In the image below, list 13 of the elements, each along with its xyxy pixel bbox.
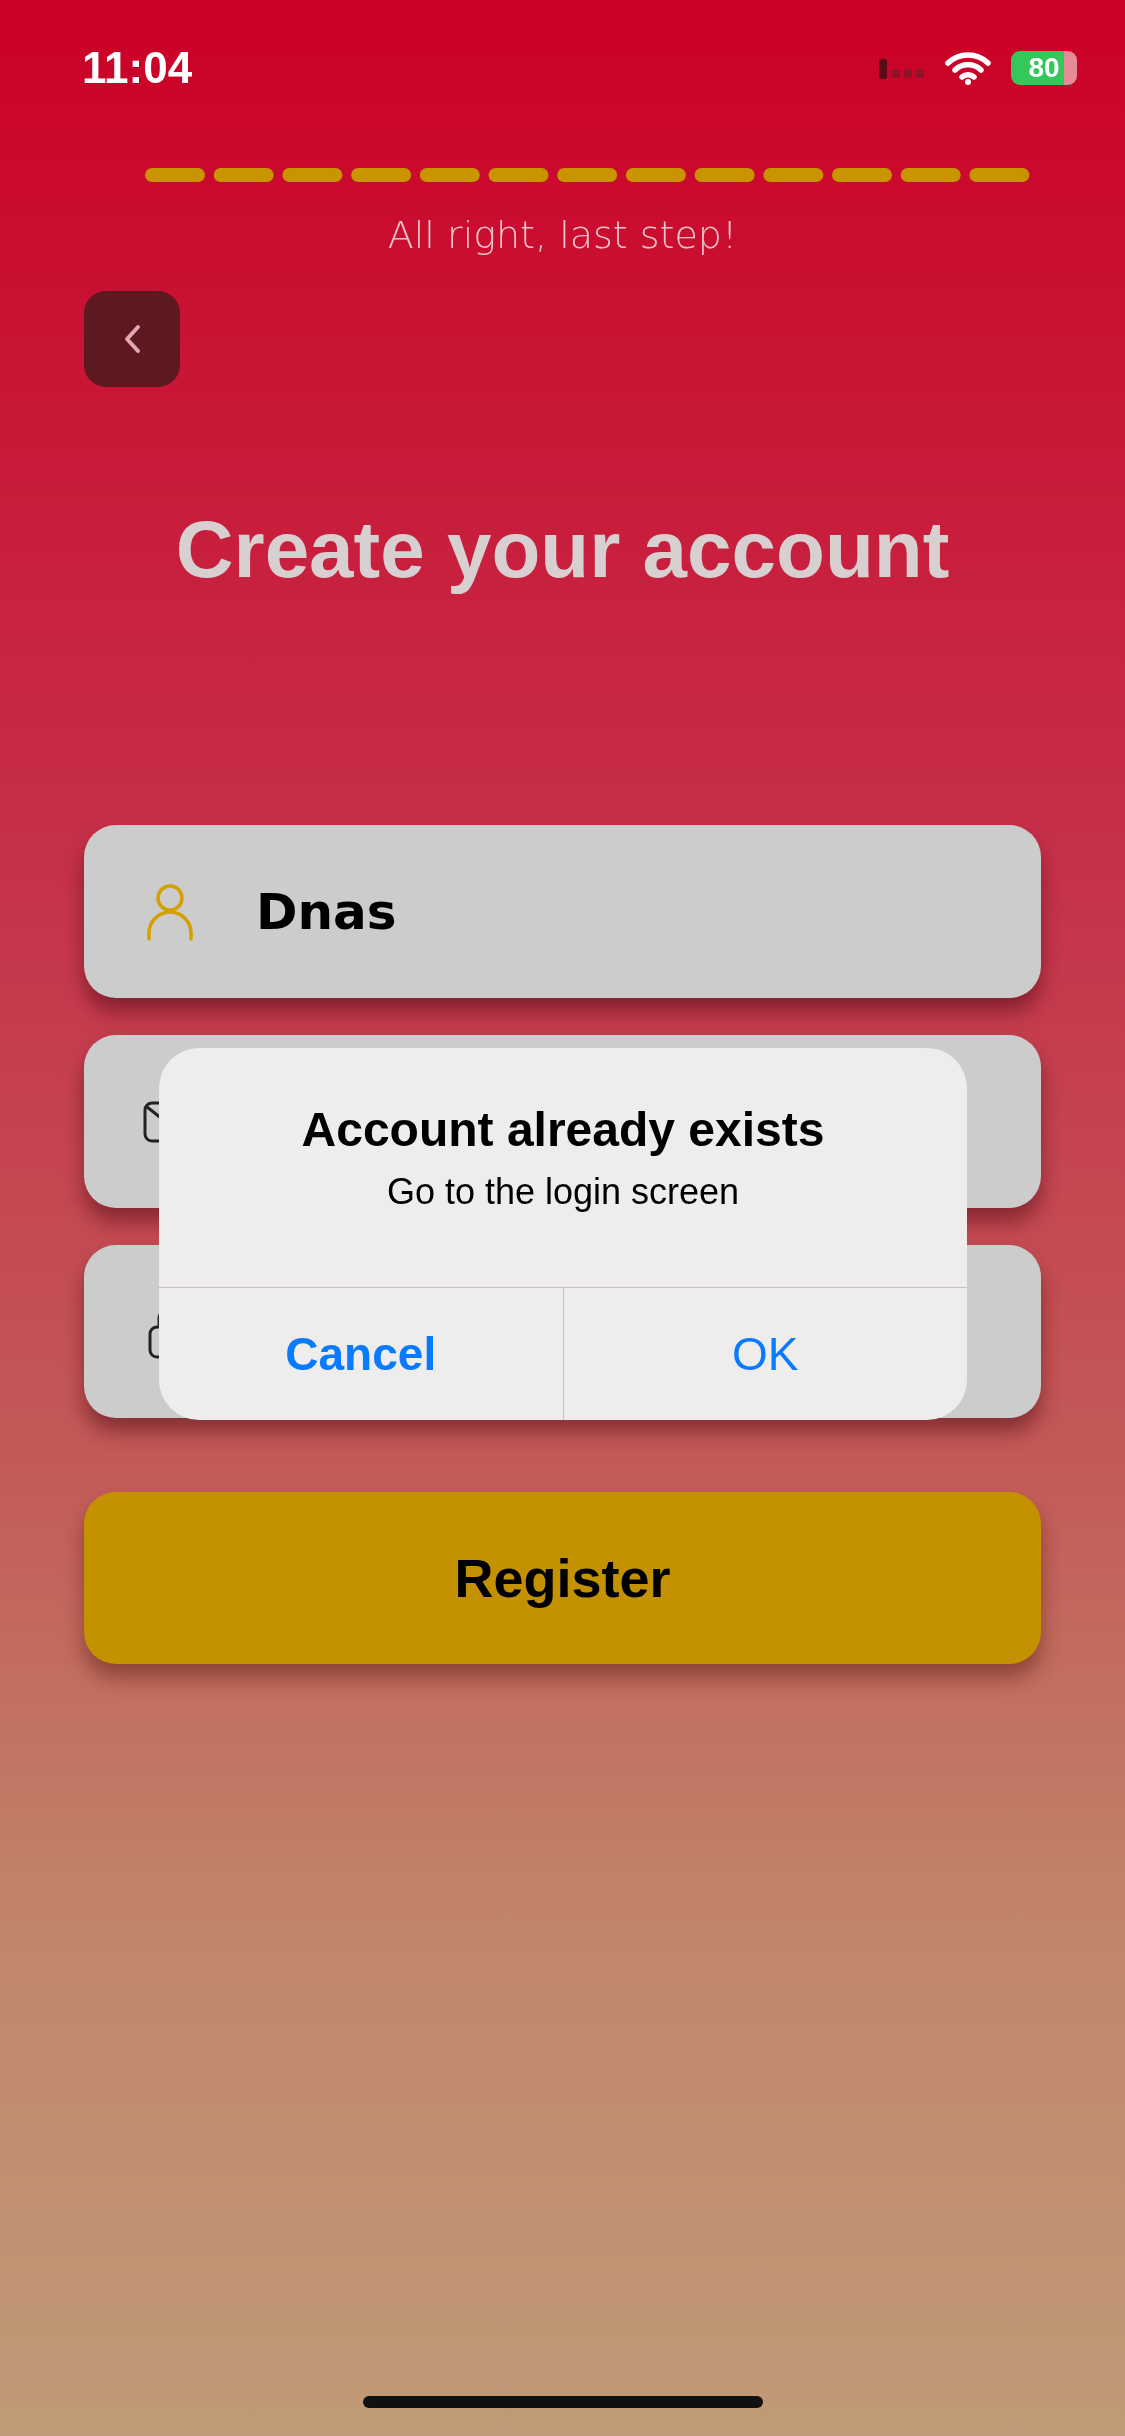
battery-indicator: 80 <box>1011 51 1077 85</box>
chevron-left-icon <box>123 324 141 354</box>
person-icon <box>146 882 194 941</box>
register-button[interactable]: Register <box>84 1492 1041 1664</box>
input-field[interactable]: Dnas <box>256 882 956 941</box>
alert-message: Go to the login screen <box>386 1171 740 1213</box>
back-button[interactable] <box>84 291 180 387</box>
status-time: 11:04 <box>82 43 194 93</box>
wifi-icon <box>945 51 991 85</box>
page-title: Create your account <box>174 504 951 596</box>
signal-icon <box>879 57 925 79</box>
step-caption: All right, last step! <box>386 212 739 259</box>
alert-title: Account already exists <box>301 1102 825 1157</box>
